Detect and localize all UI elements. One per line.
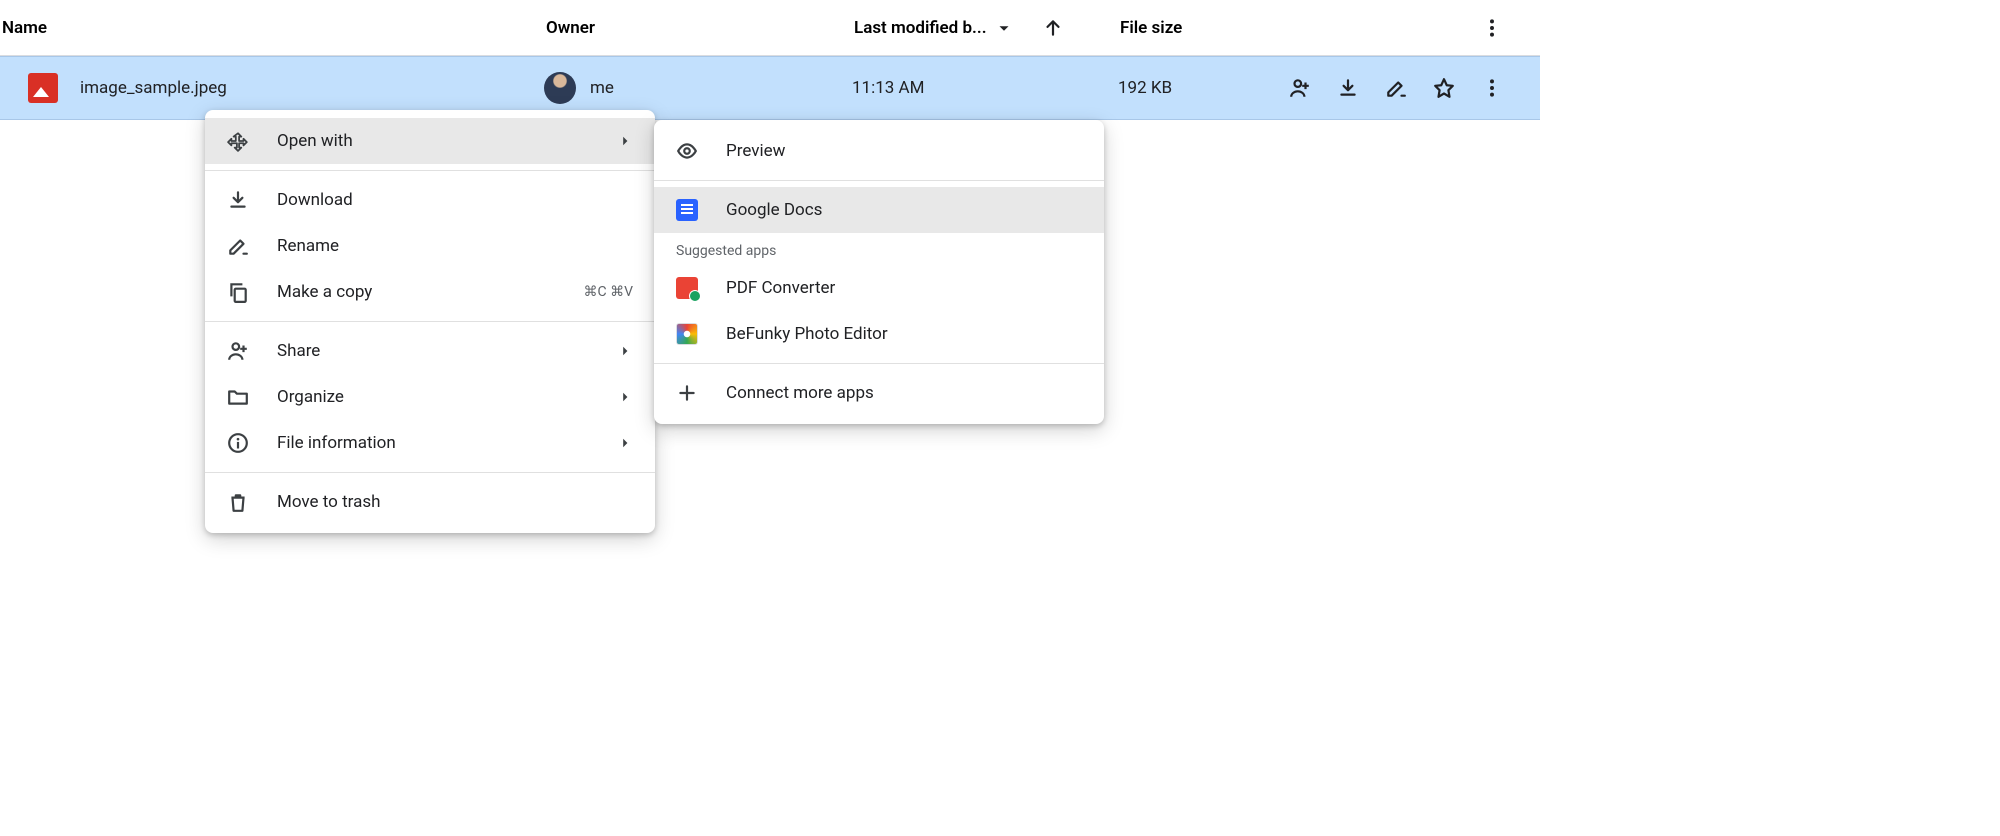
menu-item-download[interactable]: Download [205,177,655,223]
column-header-last-modified[interactable]: Last modified b... [854,18,1013,38]
google-docs-icon [676,199,698,221]
submenu-heading-suggested-apps: Suggested apps [654,233,1104,265]
chevron-right-icon [619,390,633,404]
befunky-icon [676,323,698,345]
info-icon [227,432,249,454]
submenu-item-preview[interactable]: Preview [654,128,1104,174]
share-icon[interactable] [1288,76,1312,100]
menu-divider [205,472,655,473]
image-file-icon [28,73,58,103]
open-with-submenu: Preview Google Docs Suggested apps PDF C… [654,120,1104,424]
more-actions-icon[interactable] [1480,76,1504,100]
menu-item-move-to-trash[interactable]: Move to trash [205,479,655,525]
star-icon[interactable] [1432,76,1456,100]
chevron-right-icon [619,134,633,148]
folder-icon [227,386,249,408]
preview-icon [676,140,698,162]
download-icon[interactable] [1336,76,1360,100]
dropdown-icon [995,19,1013,37]
menu-item-share[interactable]: Share [205,328,655,374]
keyboard-shortcut: ⌘C ⌘V [584,284,634,300]
submenu-divider [654,363,1104,364]
column-header-file-size[interactable]: File size [1120,18,1182,38]
rename-icon[interactable] [1384,76,1408,100]
copy-icon [227,281,249,303]
column-header-owner[interactable]: Owner [546,18,595,38]
more-options-icon[interactable] [1480,16,1504,40]
submenu-item-befunky[interactable]: BeFunky Photo Editor [654,311,1104,357]
menu-item-open-with[interactable]: Open with [205,118,655,164]
chevron-right-icon [619,344,633,358]
menu-item-rename[interactable]: Rename [205,223,655,269]
menu-item-make-a-copy[interactable]: Make a copy ⌘C ⌘V [205,269,655,315]
submenu-item-google-docs[interactable]: Google Docs [654,187,1104,233]
file-list-header: Name Owner Last modified b... File size [0,0,1540,56]
file-owner: me [590,78,614,98]
context-menu: Open with Download Rename Make a copy ⌘C… [205,110,655,533]
person-add-icon [227,340,249,362]
submenu-item-pdf-converter[interactable]: PDF Converter [654,265,1104,311]
trash-icon [227,491,249,513]
move-icon [227,130,249,152]
sort-ascending-icon[interactable] [1041,16,1065,40]
file-name: image_sample.jpeg [80,78,227,98]
download-icon [227,189,249,211]
submenu-divider [654,180,1104,181]
rename-icon [227,235,249,257]
plus-icon [676,382,698,404]
menu-item-file-information[interactable]: File information [205,420,655,466]
pdf-converter-icon [676,277,698,299]
owner-avatar [544,72,576,104]
menu-item-organize[interactable]: Organize [205,374,655,420]
file-size: 192 KB [1118,78,1172,98]
menu-divider [205,321,655,322]
file-last-modified: 11:13 AM [852,78,924,98]
column-header-name[interactable]: Name [2,18,47,38]
submenu-item-connect-more-apps[interactable]: Connect more apps [654,370,1104,416]
menu-divider [205,170,655,171]
chevron-right-icon [619,436,633,450]
